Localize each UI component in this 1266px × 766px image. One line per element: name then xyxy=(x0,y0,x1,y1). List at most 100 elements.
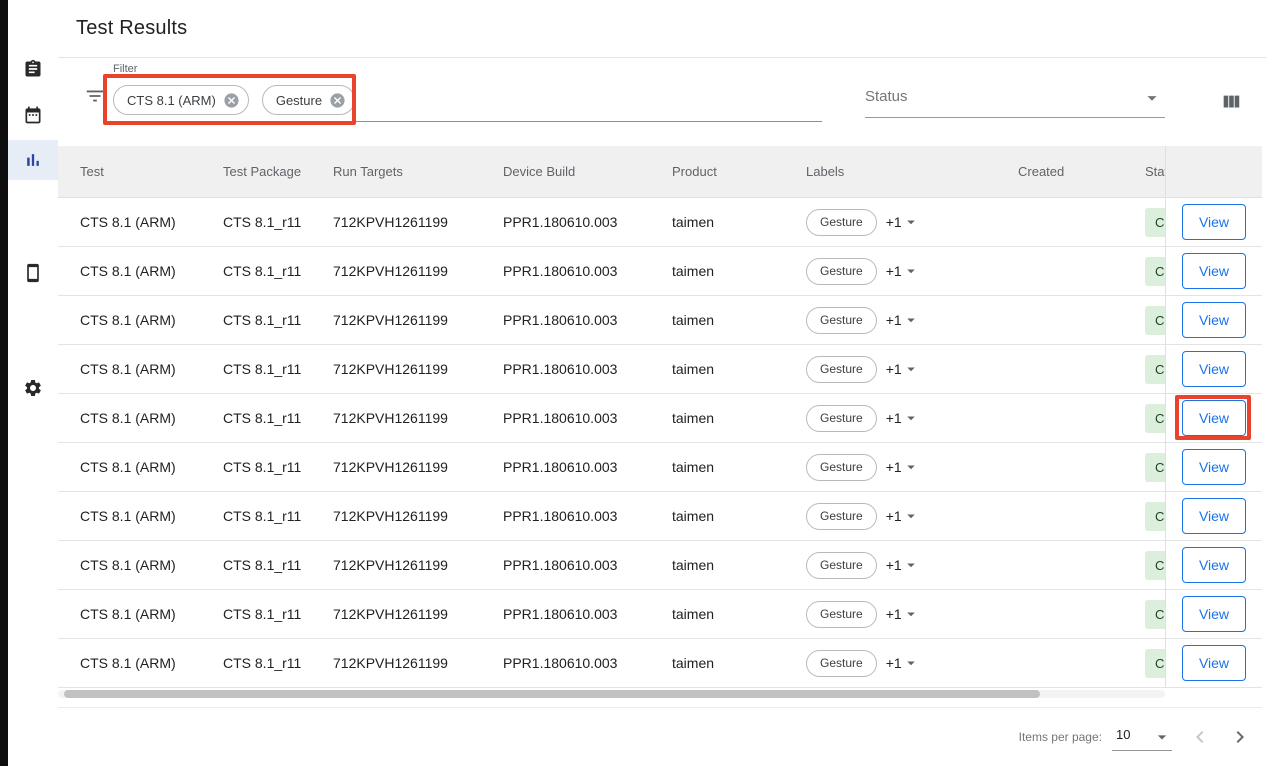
table-row: CTS 8.1 (ARM) CTS 8.1_r11 712KPVH1261199… xyxy=(58,394,1165,443)
label-chip[interactable]: Gesture xyxy=(806,405,877,432)
labels-more-dropdown[interactable]: +1 xyxy=(886,654,920,672)
view-button[interactable]: View xyxy=(1182,645,1246,681)
labels-more-dropdown[interactable]: +1 xyxy=(886,311,920,329)
label-chip[interactable]: Gesture xyxy=(806,209,877,236)
cell-run-targets: 712KPVH1261199 xyxy=(311,655,481,671)
cell-labels: Gesture +1 xyxy=(784,503,996,530)
table-row: CTS 8.1 (ARM) CTS 8.1_r11 712KPVH1261199… xyxy=(58,198,1165,247)
labels-more-dropdown[interactable]: +1 xyxy=(886,605,920,623)
label-chip[interactable]: Gesture xyxy=(806,503,877,530)
cell-device-build: PPR1.180610.003 xyxy=(481,655,650,671)
table-header-row: Test Test Package Run Targets Device Bui… xyxy=(58,146,1165,198)
label-chip[interactable]: Gesture xyxy=(806,258,877,285)
labels-more-dropdown[interactable]: +1 xyxy=(886,409,920,427)
chevron-right-icon xyxy=(1228,725,1252,749)
view-button[interactable]: View xyxy=(1182,302,1246,338)
view-button[interactable]: View xyxy=(1182,400,1246,436)
horizontal-scrollbar-thumb[interactable] xyxy=(64,690,1040,698)
sidebar-item-test-runs[interactable] xyxy=(8,49,58,89)
page-title: Test Results xyxy=(76,17,187,40)
chip-remove-icon[interactable] xyxy=(223,92,240,109)
label-chip[interactable]: Gesture xyxy=(806,650,877,677)
page-size-select[interactable]: 10 xyxy=(1112,723,1172,751)
filter-chip[interactable]: CTS 8.1 (ARM) xyxy=(113,85,249,115)
cell-test: CTS 8.1 (ARM) xyxy=(58,459,201,475)
cell-status: Completed xyxy=(1123,551,1165,580)
table-action-row: View xyxy=(1166,590,1262,639)
cell-status: Completed xyxy=(1123,257,1165,286)
column-settings-button[interactable] xyxy=(1220,91,1242,113)
cell-run-targets: 712KPVH1261199 xyxy=(311,606,481,622)
labels-more-dropdown[interactable]: +1 xyxy=(886,507,920,525)
filter-chip[interactable]: Gesture xyxy=(262,85,355,115)
cell-run-targets: 712KPVH1261199 xyxy=(311,459,481,475)
cell-device-build: PPR1.180610.003 xyxy=(481,459,650,475)
view-button[interactable]: View xyxy=(1182,351,1246,387)
labels-more-dropdown[interactable]: +1 xyxy=(886,213,920,231)
view-button[interactable]: View xyxy=(1182,596,1246,632)
table-action-row: View xyxy=(1166,443,1262,492)
cell-device-build: PPR1.180610.003 xyxy=(481,263,650,279)
cell-product: taimen xyxy=(650,361,784,377)
labels-more-dropdown[interactable]: +1 xyxy=(886,458,920,476)
label-chip[interactable]: Gesture xyxy=(806,601,877,628)
sidebar-item-devices[interactable] xyxy=(8,253,58,293)
labels-more-count: +1 xyxy=(886,263,902,279)
status-badge: Completed xyxy=(1145,257,1165,286)
action-column-body: View View View View View View View View … xyxy=(1166,198,1262,688)
cell-test-package: CTS 8.1_r11 xyxy=(201,459,311,475)
view-button[interactable]: View xyxy=(1182,253,1246,289)
smartphone-icon xyxy=(23,263,43,283)
sidebar xyxy=(8,0,58,766)
status-select[interactable]: Status xyxy=(865,70,1165,118)
cell-run-targets: 712KPVH1261199 xyxy=(311,508,481,524)
label-chip[interactable]: Gesture xyxy=(806,307,877,334)
chevron-down-icon xyxy=(902,409,920,427)
column-header-product: Product xyxy=(650,164,784,179)
cell-test: CTS 8.1 (ARM) xyxy=(58,263,201,279)
label-chip[interactable]: Gesture xyxy=(806,356,877,383)
labels-more-dropdown[interactable]: +1 xyxy=(886,262,920,280)
cell-test-package: CTS 8.1_r11 xyxy=(201,263,311,279)
sidebar-item-settings[interactable] xyxy=(8,368,58,408)
label-chip[interactable]: Gesture xyxy=(806,552,877,579)
view-button[interactable]: View xyxy=(1182,204,1246,240)
view-button[interactable]: View xyxy=(1182,449,1246,485)
status-badge: Completed xyxy=(1145,551,1165,580)
cell-labels: Gesture +1 xyxy=(784,209,996,236)
filter-input[interactable]: Filter CTS 8.1 (ARM) Gesture xyxy=(108,62,822,122)
cell-device-build: PPR1.180610.003 xyxy=(481,557,650,573)
labels-more-count: +1 xyxy=(886,361,902,377)
filter-button[interactable] xyxy=(84,85,106,107)
table-row: CTS 8.1 (ARM) CTS 8.1_r11 712KPVH1261199… xyxy=(58,345,1165,394)
chip-remove-icon[interactable] xyxy=(329,92,346,109)
view-button[interactable]: View xyxy=(1182,498,1246,534)
chevron-down-icon xyxy=(902,458,920,476)
left-edge-strip xyxy=(0,0,8,766)
previous-page-button[interactable] xyxy=(1180,717,1220,757)
status-badge: Completed xyxy=(1145,649,1165,678)
results-table: Test Test Package Run Targets Device Bui… xyxy=(58,146,1165,688)
labels-more-count: +1 xyxy=(886,459,902,475)
chevron-down-icon xyxy=(1152,727,1172,747)
label-chip[interactable]: Gesture xyxy=(806,454,877,481)
view-button[interactable]: View xyxy=(1182,547,1246,583)
next-page-button[interactable] xyxy=(1220,717,1260,757)
cell-status: Completed xyxy=(1123,600,1165,629)
labels-more-count: +1 xyxy=(886,214,902,230)
chevron-down-icon xyxy=(1141,87,1163,109)
labels-more-count: +1 xyxy=(886,508,902,524)
cell-product: taimen xyxy=(650,655,784,671)
status-badge: Completed xyxy=(1145,453,1165,482)
cell-product: taimen xyxy=(650,459,784,475)
labels-more-dropdown[interactable]: +1 xyxy=(886,556,920,574)
cell-test-package: CTS 8.1_r11 xyxy=(201,606,311,622)
cell-status: Completed xyxy=(1123,453,1165,482)
sidebar-item-test-results[interactable] xyxy=(8,140,58,180)
cell-product: taimen xyxy=(650,508,784,524)
cell-run-targets: 712KPVH1261199 xyxy=(311,312,481,328)
labels-more-dropdown[interactable]: +1 xyxy=(886,360,920,378)
sidebar-item-test-plans[interactable] xyxy=(8,95,58,135)
labels-more-count: +1 xyxy=(886,410,902,426)
cell-device-build: PPR1.180610.003 xyxy=(481,410,650,426)
